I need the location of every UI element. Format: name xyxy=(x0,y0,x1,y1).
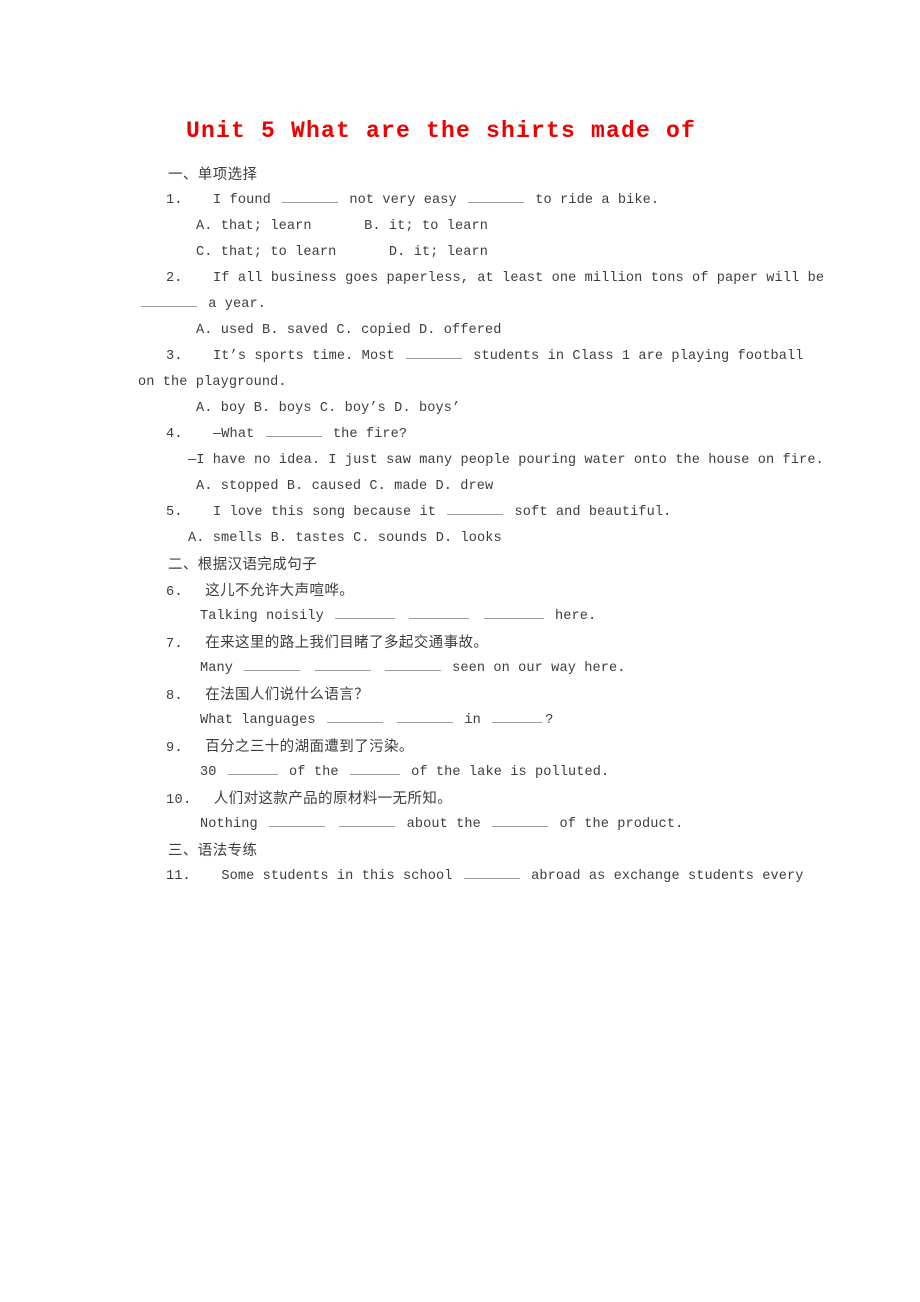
question-2-continuation: a year. xyxy=(138,292,798,318)
blank-field[interactable] xyxy=(227,761,278,775)
question-10-number: 10. xyxy=(166,793,192,808)
question-10-answer-c: of the product. xyxy=(559,817,684,832)
question-9-answer-c: of the lake is polluted. xyxy=(411,765,610,780)
question-4-number: 4. xyxy=(166,427,183,442)
question-9-number: 9. xyxy=(166,741,184,756)
blank-field[interactable] xyxy=(314,657,371,671)
blank-field[interactable] xyxy=(483,605,544,619)
question-1-option-d[interactable]: D. it; learn xyxy=(389,245,488,260)
question-10-answer: Nothing about the of the product. xyxy=(138,812,798,838)
question-6-answer: Talking noisily here. xyxy=(138,604,798,630)
question-1-option-a[interactable]: A. that; learn xyxy=(196,219,312,234)
question-1-option-c[interactable]: C. that; to learn xyxy=(196,245,336,260)
question-3-stem-b: students in Class 1 are playing football xyxy=(473,349,804,364)
blank-field[interactable] xyxy=(244,657,301,671)
section-heading-2: 二、根据汉语完成句子 xyxy=(168,557,317,573)
question-1-stem-c: to ride a bike. xyxy=(535,193,660,208)
blank-field[interactable] xyxy=(447,501,504,515)
question-3: 3. It’s sports time. Most students in Cl… xyxy=(138,344,803,370)
question-11-stem-b: abroad as exchange students every xyxy=(531,869,804,884)
section-heading-3: 三、语法专练 xyxy=(168,843,258,859)
question-7-number: 7. xyxy=(166,637,184,652)
question-8-answer: What languages in ? xyxy=(138,708,798,734)
question-5-number: 5. xyxy=(166,505,183,520)
blank-field[interactable] xyxy=(409,605,470,619)
question-10-answer-a: Nothing xyxy=(200,817,258,832)
question-6-number: 6. xyxy=(166,585,184,600)
blank-field[interactable] xyxy=(492,813,549,827)
blank-field[interactable] xyxy=(349,761,400,775)
blank-field[interactable] xyxy=(492,709,543,723)
question-9: 9. 百分之三十的湖面遭到了污染。 xyxy=(138,734,798,760)
question-10: 10. 人们对这款产品的原材料一无所知。 xyxy=(138,786,798,812)
question-9-chinese: 百分之三十的湖面遭到了污染。 xyxy=(205,739,414,755)
question-7-answer: Many seen on our way here. xyxy=(138,656,798,682)
question-4-reply: —I have no idea. I just saw many people … xyxy=(188,453,824,468)
question-8-chinese: 在法国人们说什么语言？ xyxy=(205,687,370,703)
question-3-continuation: on the playground. xyxy=(138,375,287,390)
question-6-answer-b: here. xyxy=(554,609,597,624)
question-5: 5. I love this song because it soft and … xyxy=(138,500,798,526)
section-heading-1: 一、单项选择 xyxy=(168,167,258,183)
question-2-number: 2. xyxy=(166,271,183,286)
question-8-number: 8. xyxy=(166,689,184,704)
blank-field[interactable] xyxy=(405,345,462,359)
question-8-answer-b: in xyxy=(464,713,481,728)
question-1-stem-a: I found xyxy=(213,193,271,208)
question-3-number: 3. xyxy=(166,349,183,364)
question-10-answer-b: about the xyxy=(406,817,481,832)
question-4-stem-b: the fire? xyxy=(332,427,408,442)
question-5-stem-a: I love this song because it xyxy=(213,505,437,520)
question-7: 7. 在来这里的路上我们目睹了多起交通事故。 xyxy=(138,630,798,656)
question-1-options-row-1: A. that; learn B. it; to learn xyxy=(138,214,798,240)
question-4: 4. —What the fire? xyxy=(138,422,798,448)
question-8-answer-c: ? xyxy=(545,713,554,728)
blank-field[interactable] xyxy=(282,189,339,203)
blank-field[interactable] xyxy=(326,709,383,723)
question-1: 1. I found not very easy to ride a bike. xyxy=(138,188,798,214)
question-2: 2. If all business goes paperless, at le… xyxy=(138,266,824,292)
question-4-stem-a: —What xyxy=(213,427,255,442)
question-6-chinese: 这儿不允许大声喧哗。 xyxy=(205,583,355,599)
blank-field[interactable] xyxy=(335,605,396,619)
blank-field[interactable] xyxy=(384,657,441,671)
question-7-answer-b: seen on our way here. xyxy=(452,661,626,676)
question-9-answer: 30 of the of the lake is polluted. xyxy=(138,760,798,786)
question-10-chinese: 人们对这款产品的原材料一无所知。 xyxy=(213,791,453,807)
question-11-number: 11. xyxy=(166,869,191,884)
question-2-stem-a: If all business goes paperless, at least… xyxy=(213,271,825,286)
blank-field[interactable] xyxy=(463,865,520,879)
blank-field[interactable] xyxy=(265,423,322,437)
question-9-answer-a: 30 xyxy=(200,765,217,780)
question-11: 11. Some students in this school abroad … xyxy=(138,864,803,890)
question-7-chinese: 在来这里的路上我们目睹了多起交通事故。 xyxy=(205,635,489,651)
worksheet-page: Unit 5 What are the shirts made of 一、单项选… xyxy=(0,0,920,1302)
question-1-number: 1. xyxy=(166,193,183,208)
page-title: Unit 5 What are the shirts made of xyxy=(185,118,697,144)
question-2-stem-b: a year. xyxy=(208,297,267,312)
question-1-stem-b: not very easy xyxy=(349,193,457,208)
question-11-stem-a: Some students in this school xyxy=(221,869,453,884)
question-8-answer-a: What languages xyxy=(200,713,316,728)
question-1-options-row-2: C. that; to learn D. it; learn xyxy=(138,240,798,266)
question-3-stem-a: It’s sports time. Most xyxy=(213,349,395,364)
question-1-option-b[interactable]: B. it; to learn xyxy=(364,219,488,234)
question-6-answer-a: Talking noisily xyxy=(200,609,324,624)
question-4-options[interactable]: A. stopped B. caused C. made D. drew xyxy=(138,474,798,500)
question-5-stem-b: soft and beautiful. xyxy=(514,505,672,520)
question-2-options[interactable]: A. used B. saved C. copied D. offered xyxy=(138,318,798,344)
worksheet-body: 一、单项选择 1. I found not very easy to ride … xyxy=(138,162,824,890)
question-5-options[interactable]: A. smells B. tastes C. sounds D. looks xyxy=(138,526,798,552)
question-7-answer-a: Many xyxy=(200,661,234,676)
question-8: 8. 在法国人们说什么语言？ xyxy=(138,682,798,708)
blank-field[interactable] xyxy=(468,189,525,203)
blank-field[interactable] xyxy=(141,293,197,307)
question-3-options[interactable]: A. boy B. boys C. boy’s D. boys’ xyxy=(138,396,798,422)
question-9-answer-b: of the xyxy=(289,765,339,780)
blank-field[interactable] xyxy=(269,813,326,827)
blank-field[interactable] xyxy=(339,813,396,827)
blank-field[interactable] xyxy=(397,709,454,723)
question-6: 6. 这儿不允许大声喧哗。 xyxy=(138,578,798,604)
